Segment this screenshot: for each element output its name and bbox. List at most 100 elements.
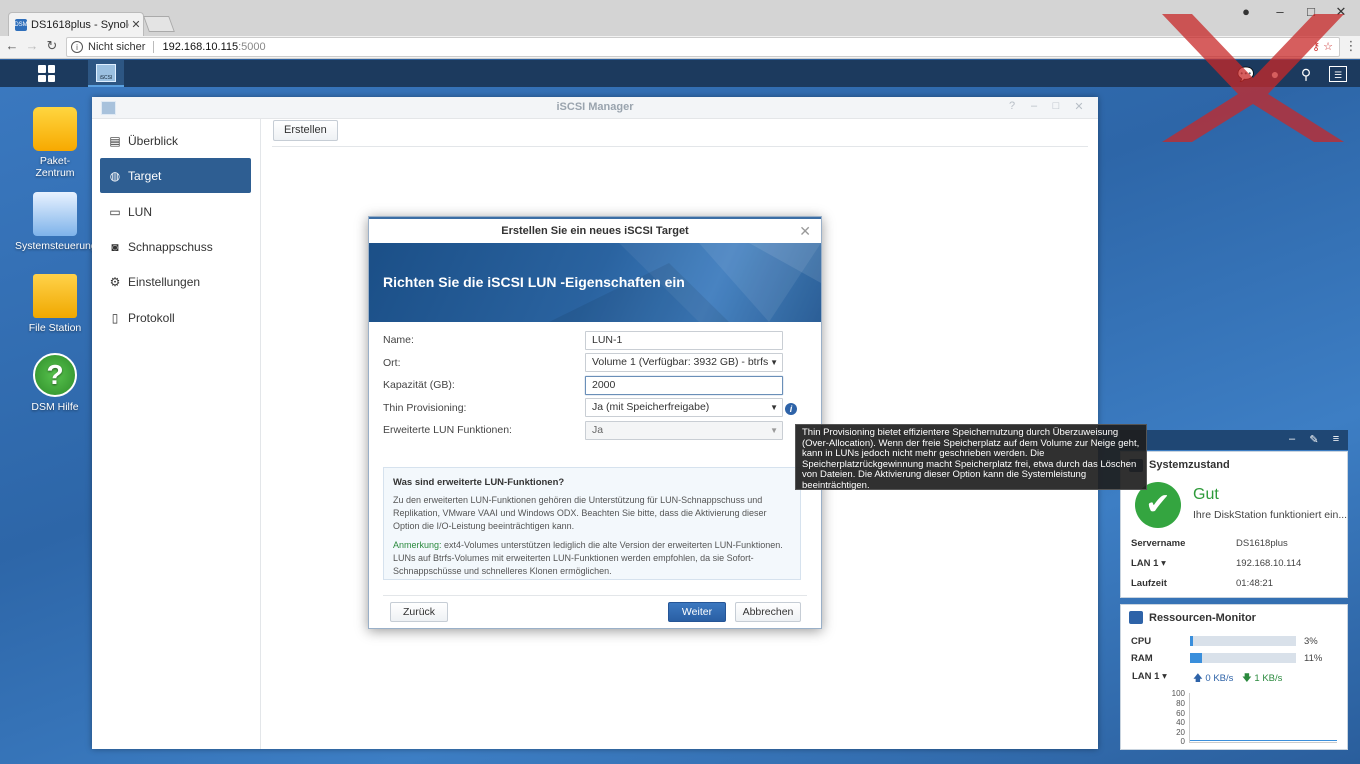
pin-icon[interactable]: ✎ bbox=[1306, 433, 1322, 446]
ytick-label: 60 bbox=[1176, 709, 1185, 718]
cancel-button[interactable]: Abbrechen bbox=[735, 602, 801, 622]
location-label: Ort: bbox=[383, 357, 401, 369]
reload-icon[interactable]: ↻ bbox=[43, 38, 61, 54]
health-status-detail: Ihre DiskStation funktioniert ein... bbox=[1193, 509, 1348, 521]
disk-icon: ▭ bbox=[109, 204, 121, 219]
sidebar-item-overview[interactable]: ▤ Überblick bbox=[100, 123, 251, 158]
close-icon[interactable]: ✕ bbox=[799, 223, 811, 240]
row-label: Servername bbox=[1131, 538, 1186, 549]
control-panel-icon bbox=[33, 192, 77, 236]
location-select[interactable]: Volume 1 (Verfügbar: 3932 GB) - btrfs ▼ bbox=[585, 353, 783, 372]
main-menu-icon[interactable] bbox=[38, 65, 55, 82]
close-window-icon[interactable]: ✕ bbox=[1331, 4, 1351, 20]
menu-icon[interactable]: ⋮ bbox=[1342, 38, 1360, 54]
back-button[interactable]: Zurück bbox=[390, 602, 448, 622]
sidebar-item-label: LUN bbox=[128, 204, 153, 219]
desktop-icon-package-center[interactable]: Paket- Zentrum bbox=[15, 107, 95, 179]
key-icon[interactable]: ⚷ ☆ bbox=[1312, 40, 1333, 53]
sidebar-item-target[interactable]: ◍ Target bbox=[100, 158, 251, 193]
dialog-titlebar[interactable]: Erstellen Sie ein neues iSCSI Target ✕ bbox=[369, 217, 821, 243]
sidebar-item-lun[interactable]: ▭ LUN bbox=[100, 194, 251, 229]
advanced-lun-select[interactable]: Ja ▼ bbox=[585, 421, 783, 440]
row-label-lan[interactable]: LAN 1 ▾ bbox=[1131, 558, 1166, 569]
close-icon[interactable]: ✕ bbox=[1071, 100, 1087, 113]
sidebar-item-snapshot[interactable]: ◙ Schnappschuss bbox=[100, 229, 251, 264]
maximize-icon[interactable]: □ bbox=[1301, 4, 1321, 19]
dsm-taskbar: iSCSI 💬 ● ⚲ ☰ bbox=[0, 60, 1360, 87]
url-separator bbox=[153, 41, 155, 53]
back-icon[interactable]: ← bbox=[3, 38, 21, 53]
new-tab-button[interactable] bbox=[143, 16, 175, 32]
resource-monitor-icon bbox=[1129, 611, 1143, 624]
thin-provisioning-select[interactable]: Ja (mit Speicherfreigabe) ▼ bbox=[585, 398, 783, 417]
gear-icon: ⚙ bbox=[109, 274, 121, 289]
ytick-label: 20 bbox=[1176, 728, 1185, 737]
sidebar-item-label: Schnappschuss bbox=[128, 239, 213, 254]
ytick-label: 100 bbox=[1171, 689, 1185, 698]
desktop-icon-file-station[interactable]: File Station bbox=[15, 274, 95, 334]
next-button[interactable]: Weiter bbox=[668, 602, 726, 622]
lan-selector[interactable]: LAN 1 ▾ bbox=[1132, 671, 1167, 682]
sidebar-item-settings[interactable]: ⚙ Einstellungen bbox=[100, 264, 251, 299]
desktop-icon-label: Systemsteuerung bbox=[15, 240, 97, 252]
desktop-icon-label: DSM Hilfe bbox=[31, 401, 79, 413]
help-icon[interactable]: ? bbox=[1004, 100, 1020, 112]
widget-menu-icon[interactable]: ≡ bbox=[1328, 433, 1344, 445]
user-icon[interactable]: ● bbox=[1267, 66, 1283, 82]
tab-close-icon[interactable]: ✕ bbox=[129, 18, 143, 31]
cpu-bar bbox=[1190, 636, 1296, 646]
desktop-icon-label: Paket- Zentrum bbox=[35, 155, 75, 179]
ram-label: RAM bbox=[1131, 653, 1153, 664]
info-panel: Was sind erweiterte LUN-Funktionen? Zu d… bbox=[383, 467, 801, 580]
info-icon[interactable]: i bbox=[785, 403, 797, 415]
note-label: Anmerkung: bbox=[393, 540, 442, 550]
ytick-label: 40 bbox=[1176, 718, 1185, 727]
chevron-down-icon: ▼ bbox=[770, 358, 778, 367]
resource-monitor-widget: Ressourcen-Monitor CPU 3% RAM 11% LAN 1 … bbox=[1120, 604, 1348, 750]
search-icon[interactable]: ⚲ bbox=[1298, 66, 1314, 82]
name-label: Name: bbox=[383, 334, 414, 346]
thin-provisioning-tooltip: Thin Provisioning bietet effizientere Sp… bbox=[795, 424, 1147, 490]
forward-icon[interactable]: → bbox=[23, 38, 41, 53]
download-value: 1 KB/s bbox=[1254, 673, 1283, 684]
desktop-icon-dsm-help[interactable]: ? DSM Hilfe bbox=[15, 353, 95, 413]
row-value: DS1618plus bbox=[1236, 538, 1288, 549]
site-info-icon[interactable]: i bbox=[71, 41, 83, 53]
dialog-banner: Richten Sie die iSCSI LUN -Eigenschaften… bbox=[369, 243, 821, 322]
url-input[interactable]: i Nicht sicher 192.168.10.115 :5000 ⚷ ☆ bbox=[66, 37, 1340, 57]
taskbar-iscsi-manager[interactable]: iSCSI bbox=[88, 60, 124, 87]
network-chart bbox=[1189, 693, 1337, 743]
upload-value: 0 KB/s bbox=[1205, 673, 1234, 684]
ram-bar-fill bbox=[1190, 653, 1202, 663]
sidebar: ▤ Überblick ◍ Target ▭ LUN ◙ Schnappschu… bbox=[92, 119, 261, 749]
desktop-icon-control-panel[interactable]: Systemsteuerung bbox=[15, 192, 97, 252]
minimize-icon[interactable]: – bbox=[1026, 100, 1042, 112]
chat-icon[interactable]: 💬 bbox=[1237, 66, 1254, 82]
capacity-label: Kapazität (GB): bbox=[383, 379, 455, 391]
row-value: 01:48:21 bbox=[1236, 578, 1273, 589]
browser-tab[interactable]: DSM DS1618plus - Synology D ✕ bbox=[8, 12, 144, 36]
tab-title: DS1618plus - Synology D bbox=[31, 18, 129, 31]
widgets-icon[interactable]: ☰ bbox=[1329, 66, 1347, 82]
name-input[interactable]: LUN-1 bbox=[585, 331, 783, 350]
sidebar-item-log[interactable]: ▯ Protokoll bbox=[100, 300, 251, 335]
url-host: 192.168.10.115 bbox=[162, 41, 239, 53]
minimize-icon[interactable]: – bbox=[1284, 433, 1300, 445]
create-button[interactable]: Erstellen bbox=[273, 120, 338, 141]
sidebar-item-label: Einstellungen bbox=[128, 274, 201, 289]
globe-icon: ◍ bbox=[109, 168, 121, 183]
minimize-icon[interactable]: – bbox=[1270, 4, 1290, 19]
cpu-label: CPU bbox=[1131, 636, 1152, 647]
ram-bar bbox=[1190, 653, 1296, 663]
profile-icon[interactable]: ● bbox=[1236, 4, 1256, 19]
overview-icon: ▤ bbox=[109, 133, 121, 148]
maximize-icon[interactable]: □ bbox=[1048, 100, 1064, 112]
toolbar-divider bbox=[272, 146, 1088, 147]
widget-header: – ✎ ≡ bbox=[1120, 430, 1348, 450]
info-body: Zu den erweiterten LUN-Funktionen gehöre… bbox=[393, 495, 767, 531]
window-titlebar[interactable]: iSCSI Manager ? – □ ✕ bbox=[92, 97, 1098, 119]
thin-provisioning-value: Ja (mit Speicherfreigabe) bbox=[592, 401, 710, 413]
banner-heading: Richten Sie die iSCSI LUN -Eigenschaften… bbox=[383, 274, 685, 290]
capacity-input[interactable]: 2000 bbox=[585, 376, 783, 395]
file-station-icon bbox=[33, 274, 77, 318]
